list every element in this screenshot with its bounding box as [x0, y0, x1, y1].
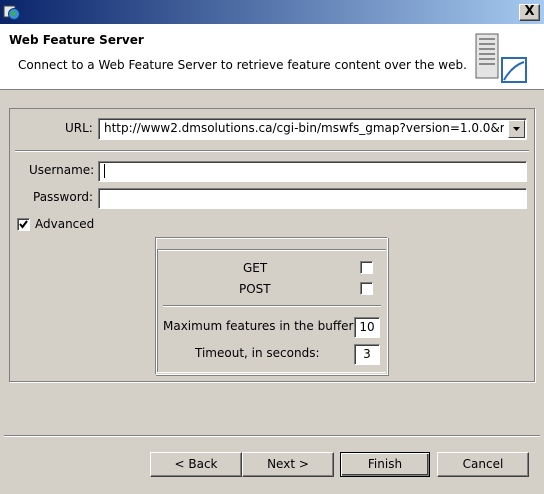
chevron-down-icon — [513, 127, 520, 131]
post-label: POST — [239, 282, 271, 296]
timeout-label: Timeout, in seconds: — [195, 346, 320, 360]
back-button[interactable]: < Back — [150, 452, 242, 477]
app-globe-icon — [3, 3, 21, 21]
get-checkbox[interactable] — [360, 261, 373, 274]
next-button[interactable]: Next > — [242, 452, 334, 477]
group-inner-border-bottom — [157, 372, 386, 373]
finish-button[interactable]: Finish — [340, 452, 430, 477]
button-bar-divider — [4, 435, 540, 437]
close-button[interactable]: X — [519, 4, 540, 21]
password-field[interactable] — [98, 188, 527, 209]
get-label: GET — [243, 261, 268, 275]
username-label: Username: — [29, 163, 95, 177]
url-label: URL: — [65, 121, 93, 135]
cancel-button[interactable]: Cancel — [437, 452, 529, 477]
url-dropdown-button[interactable] — [508, 120, 525, 138]
max-features-field[interactable]: 10 — [354, 317, 380, 338]
advanced-label: Advanced — [35, 217, 95, 231]
divider — [163, 305, 381, 307]
text-caret — [104, 164, 105, 178]
group-divider-highlight — [157, 250, 386, 251]
checkmark-icon — [19, 220, 28, 229]
page-title: Web Feature Server — [9, 33, 144, 47]
divider — [15, 150, 529, 152]
server-icon — [472, 30, 530, 86]
post-checkbox[interactable] — [360, 282, 373, 295]
group-inner-border — [157, 249, 158, 373]
password-label: Password: — [33, 190, 94, 204]
close-icon: X — [524, 4, 535, 19]
page-description: Connect to a Web Feature Server to retri… — [18, 58, 467, 72]
window-titlebar[interactable] — [0, 0, 544, 24]
max-features-label: Maximum features in the buffer: — [163, 319, 358, 333]
username-field[interactable] — [98, 161, 527, 182]
timeout-field[interactable]: 3 — [354, 344, 380, 365]
url-input[interactable]: http://www2.dmsolutions.ca/cgi-bin/mswfs… — [104, 121, 504, 135]
advanced-checkbox[interactable] — [17, 218, 30, 231]
